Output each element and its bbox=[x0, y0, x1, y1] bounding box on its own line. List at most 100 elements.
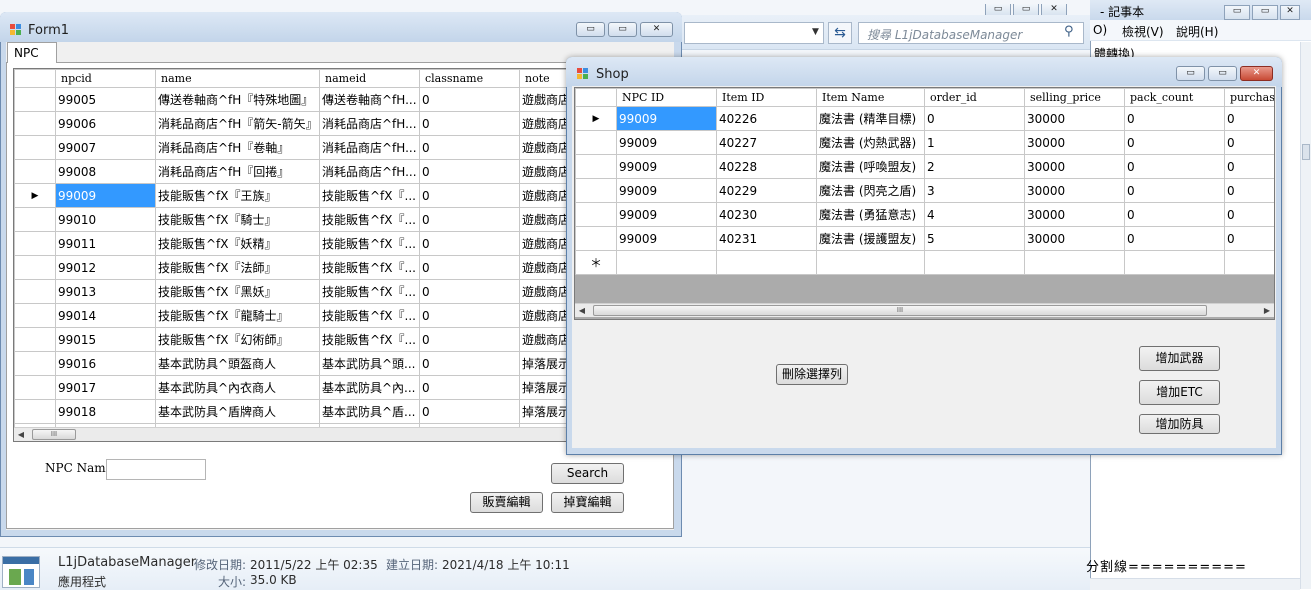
table-cell[interactable]: 0 bbox=[1224, 226, 1274, 251]
table-cell[interactable]: 0 bbox=[1224, 130, 1274, 155]
table-row[interactable]: 99013 技能販售^fX『黑妖』 技能販售^fX『... 0 遊戲商店 bbox=[14, 279, 568, 304]
table-cell[interactable]: 魔法書 (灼熱武器) bbox=[816, 130, 925, 155]
table-row[interactable]: 99009 40230 魔法書 (勇猛意志) 4 30000 0 0 bbox=[575, 202, 1274, 227]
search-icon[interactable]: ⚲ bbox=[1064, 24, 1074, 39]
row-header[interactable] bbox=[14, 399, 56, 424]
table-cell[interactable]: 0 bbox=[1124, 154, 1225, 179]
row-header[interactable]: ▶ bbox=[14, 183, 56, 208]
table-cell[interactable]: 0 bbox=[1124, 226, 1225, 251]
search-button[interactable]: Search bbox=[551, 463, 624, 484]
table-row[interactable]: 99018 基本武防具^盾牌商人 基本武防具^盾... 0 掉落展示 bbox=[14, 399, 568, 424]
table-cell[interactable]: 40230 bbox=[716, 202, 817, 227]
row-header[interactable] bbox=[575, 154, 617, 179]
notepad-menu-format[interactable]: O) bbox=[1093, 23, 1107, 37]
table-cell[interactable]: 40226 bbox=[716, 106, 817, 131]
table-row[interactable]: 99014 技能販售^fX『龍騎士』 技能販售^fX『... 0 遊戲商店 bbox=[14, 303, 568, 328]
table-cell[interactable]: 99010 bbox=[55, 207, 156, 232]
table-cell[interactable]: 30000 bbox=[1024, 130, 1125, 155]
table-row[interactable]: 99009 40228 魔法書 (呼喚盟友) 2 30000 0 0 bbox=[575, 154, 1274, 179]
table-row[interactable]: 99009 40229 魔法書 (閃亮之盾) 3 30000 0 0 bbox=[575, 178, 1274, 203]
table-cell[interactable]: 99009 bbox=[616, 202, 717, 227]
scroll-left-arrow-icon[interactable]: ◀ bbox=[14, 428, 28, 441]
table-cell[interactable]: 技能販售^fX『... bbox=[319, 183, 420, 208]
row-header[interactable] bbox=[14, 159, 56, 184]
form1-close-button[interactable]: ✕ bbox=[640, 22, 673, 37]
column-header-classname[interactable]: classname bbox=[419, 69, 520, 88]
table-cell[interactable]: 99009 bbox=[616, 154, 717, 179]
notepad-maximize-button[interactable]: ▭ bbox=[1252, 5, 1278, 20]
table-cell[interactable] bbox=[924, 250, 1025, 275]
notepad-menu-help[interactable]: 說明(H) bbox=[1176, 23, 1218, 40]
table-cell[interactable]: 消耗品商店^fH『箭矢-箭矢』 bbox=[155, 111, 320, 136]
table-row[interactable]: 99015 技能販售^fX『幻術師』 技能販售^fX『... 0 遊戲商店 bbox=[14, 327, 568, 352]
table-cell[interactable]: 99012 bbox=[55, 255, 156, 280]
explorer-search-input[interactable]: 搜尋 L1jDatabaseManager bbox=[858, 22, 1084, 44]
table-cell[interactable]: 0 bbox=[419, 231, 520, 256]
delete-selected-row-button[interactable]: 刪除選擇列 bbox=[776, 364, 848, 385]
table-cell[interactable]: 2 bbox=[924, 154, 1025, 179]
row-header[interactable] bbox=[14, 231, 56, 256]
form1-minimize-button[interactable]: ▭ bbox=[576, 22, 605, 37]
table-cell[interactable]: 魔法書 (精準目標) bbox=[816, 106, 925, 131]
table-cell[interactable]: 消耗品商店^fH... bbox=[319, 111, 420, 136]
add-weapon-button[interactable]: 增加武器 bbox=[1139, 346, 1220, 371]
table-cell[interactable]: 0 bbox=[419, 207, 520, 232]
refresh-button[interactable]: ⇆ bbox=[828, 22, 852, 44]
table-cell[interactable]: 99009 bbox=[55, 183, 156, 208]
table-cell[interactable]: 傳送卷軸商^fH『特殊地圖』 bbox=[155, 87, 320, 112]
table-cell[interactable]: 掉落展示 bbox=[519, 399, 568, 424]
row-header[interactable] bbox=[14, 327, 56, 352]
table-cell[interactable]: 遊戲商店 bbox=[519, 135, 568, 160]
table-cell[interactable]: 遊戲商店 bbox=[519, 255, 568, 280]
row-header[interactable] bbox=[575, 202, 617, 227]
table-cell[interactable]: 技能販售^fX『王族』 bbox=[155, 183, 320, 208]
table-cell[interactable]: 0 bbox=[419, 399, 520, 424]
table-cell[interactable]: 99011 bbox=[55, 231, 156, 256]
table-cell[interactable]: 技能販售^fX『法師』 bbox=[155, 255, 320, 280]
scroll-left-arrow-icon[interactable]: ◀ bbox=[575, 304, 589, 317]
row-header[interactable] bbox=[14, 111, 56, 136]
table-cell[interactable]: 99018 bbox=[55, 399, 156, 424]
row-header[interactable] bbox=[575, 226, 617, 251]
table-cell[interactable]: 99009 bbox=[616, 178, 717, 203]
row-header-corner[interactable] bbox=[14, 69, 56, 88]
column-header-nameid[interactable]: nameid bbox=[319, 69, 420, 88]
tab-npc[interactable]: NPC bbox=[7, 42, 57, 63]
table-cell[interactable]: 技能販售^fX『... bbox=[319, 279, 420, 304]
table-row[interactable]: 99009 40227 魔法書 (灼熱武器) 1 30000 0 0 bbox=[575, 130, 1274, 155]
table-row[interactable]: 99016 基本武防具^頭盔商人 基本武防具^頭... 0 掉落展示 bbox=[14, 351, 568, 376]
table-cell[interactable]: 技能販售^fX『黑妖』 bbox=[155, 279, 320, 304]
npc-grid-scroll-thumb[interactable]: III bbox=[32, 429, 76, 440]
table-cell[interactable]: 基本武防具^內... bbox=[319, 375, 420, 400]
address-dropdown-icon[interactable]: ▼ bbox=[812, 27, 819, 37]
table-cell[interactable]: 0 bbox=[1124, 130, 1225, 155]
table-cell[interactable]: 0 bbox=[419, 279, 520, 304]
table-cell[interactable]: 30000 bbox=[1024, 202, 1125, 227]
table-cell[interactable]: 技能販售^fX『幻術師』 bbox=[155, 327, 320, 352]
table-cell[interactable]: 99009 bbox=[616, 226, 717, 251]
table-cell[interactable] bbox=[1224, 250, 1274, 275]
table-cell[interactable]: 99006 bbox=[55, 111, 156, 136]
table-cell[interactable] bbox=[716, 250, 817, 275]
table-cell[interactable]: 99007 bbox=[55, 135, 156, 160]
shop-data-grid[interactable]: NPC ID Item ID Item Name order_id sellin… bbox=[574, 87, 1275, 320]
table-cell[interactable]: 技能販售^fX『... bbox=[319, 207, 420, 232]
table-cell[interactable]: 40227 bbox=[716, 130, 817, 155]
table-cell[interactable]: 0 bbox=[1224, 202, 1274, 227]
column-header-item-name[interactable]: Item Name bbox=[816, 88, 925, 107]
table-cell[interactable]: 遊戲商店 bbox=[519, 111, 568, 136]
table-cell[interactable] bbox=[1124, 250, 1225, 275]
column-header-npcid[interactable]: npcid bbox=[55, 69, 156, 88]
row-header-corner[interactable] bbox=[575, 88, 617, 107]
notepad-menu-view[interactable]: 檢視(V) bbox=[1122, 23, 1164, 40]
notepad-vertical-scrollbar[interactable] bbox=[1300, 42, 1311, 589]
table-cell[interactable]: 30000 bbox=[1024, 154, 1125, 179]
table-cell[interactable] bbox=[816, 250, 925, 275]
table-cell[interactable]: 0 bbox=[1224, 154, 1274, 179]
table-cell[interactable]: 99015 bbox=[55, 327, 156, 352]
column-header-pack-count[interactable]: pack_count bbox=[1124, 88, 1225, 107]
table-cell[interactable]: 遊戲商店 bbox=[519, 279, 568, 304]
table-cell[interactable]: 基本武防具^頭盔商人 bbox=[155, 351, 320, 376]
table-cell[interactable]: 基本武防具^盾牌商人 bbox=[155, 399, 320, 424]
notepad-text-line[interactable]: 分割線========== bbox=[1086, 556, 1247, 575]
